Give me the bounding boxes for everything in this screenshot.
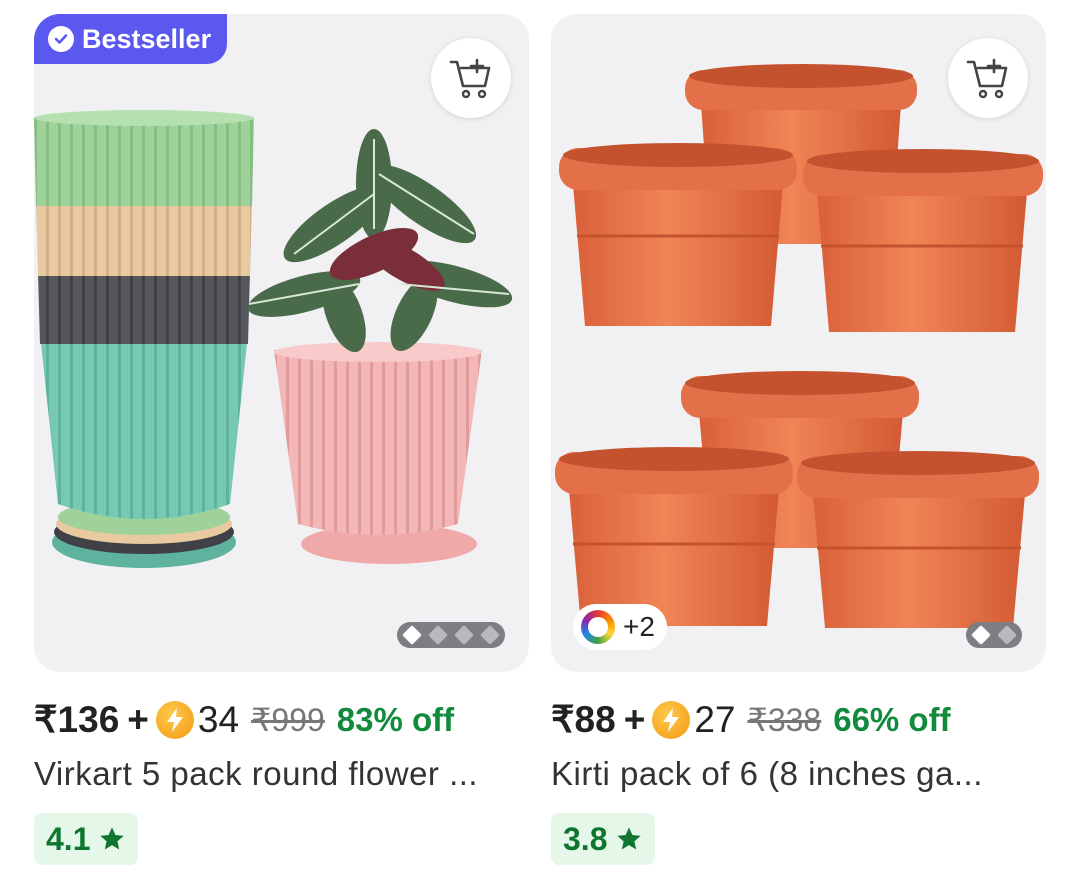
selling-price: ₹88: [551, 699, 616, 740]
image-carousel-indicator: [397, 622, 505, 648]
discount-percent: 66% off: [833, 700, 951, 738]
carousel-dot: [428, 625, 448, 645]
verified-check-icon: [48, 26, 74, 52]
add-to-cart-icon: [966, 58, 1008, 99]
original-price: ₹999: [251, 701, 325, 738]
add-to-cart-icon: [449, 58, 491, 99]
product-image[interactable]: Bestseller: [34, 14, 529, 672]
add-to-cart-button[interactable]: [431, 38, 511, 118]
carousel-dot: [480, 625, 500, 645]
selling-price: ₹136: [34, 699, 120, 740]
product-card[interactable]: Bestseller ₹136 + 34 ₹999 83% off Virkar…: [34, 14, 529, 884]
product-image[interactable]: +2: [551, 14, 1046, 672]
coin-icon: [155, 700, 194, 739]
carousel-dot: [997, 625, 1017, 645]
color-variants-chip[interactable]: +2: [573, 604, 667, 650]
badge-label: Bestseller: [82, 23, 212, 54]
coin-amount: 34: [197, 698, 240, 740]
price-row: ₹88 + 27 ₹338 66% off: [551, 698, 1046, 741]
product-card[interactable]: +2 ₹88 + 27 ₹338 66% off Kirti pack of 6…: [551, 14, 1046, 884]
plus-sign: +: [127, 698, 149, 740]
carousel-dot: [971, 625, 991, 645]
coin-icon: [652, 700, 691, 739]
add-to-cart-button[interactable]: [948, 38, 1028, 118]
coin-amount: 27: [694, 698, 736, 740]
carousel-dot: [402, 625, 422, 645]
carousel-dot: [454, 625, 474, 645]
bestseller-badge: Bestseller: [34, 14, 228, 64]
star-icon: [100, 827, 125, 850]
rating-value: 4.1: [46, 820, 91, 857]
product-title[interactable]: Virkart 5 pack round flower ...: [34, 755, 529, 793]
image-carousel-indicator: [966, 622, 1022, 648]
rating-badge: 4.1: [34, 813, 139, 865]
star-icon: [617, 827, 642, 850]
original-price: ₹338: [747, 701, 822, 738]
more-colors-count: +2: [623, 611, 655, 642]
color-wheel-icon: [581, 610, 615, 644]
rating-badge: 3.8: [551, 813, 656, 865]
discount-percent: 83% off: [336, 700, 455, 738]
product-title[interactable]: Kirti pack of 6 (8 inches ga...: [551, 755, 1046, 793]
plus-sign: +: [623, 698, 646, 740]
price-row: ₹136 + 34 ₹999 83% off: [34, 698, 529, 741]
rating-value: 3.8: [563, 820, 608, 857]
